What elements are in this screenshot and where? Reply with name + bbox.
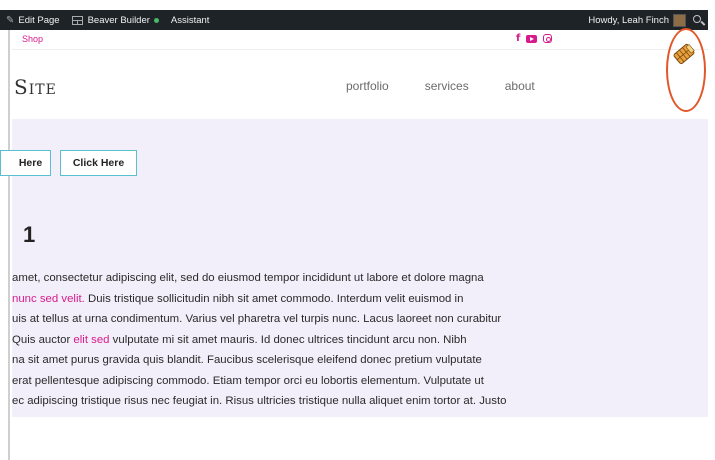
edit-page-label: Edit Page bbox=[18, 14, 60, 26]
body-paragraph: amet, consectetur adipiscing elit, sed d… bbox=[12, 268, 708, 412]
status-dot-icon bbox=[153, 17, 159, 23]
site-title[interactable]: Site bbox=[14, 75, 57, 99]
paragraph-line: ec adipiscing tristique risus nec feugia… bbox=[12, 391, 708, 412]
paragraph-text: na sit amet purus gravida quis blandit. … bbox=[12, 354, 482, 366]
beaver-builder-link[interactable]: Beaver Builder bbox=[66, 10, 165, 30]
paragraph-line: erat pellentesque adipiscing commodo. Et… bbox=[12, 371, 708, 392]
paragraph-text: vulputate mi sit amet mauris. Id donec u… bbox=[109, 333, 467, 346]
paragraph-text: ec adipiscing tristique risus nec feugia… bbox=[12, 395, 507, 407]
admin-bar: ✎ Edit Page Beaver Builder Assistant How… bbox=[0, 10, 708, 30]
here-button[interactable]: Here bbox=[0, 150, 51, 176]
nav-item-services[interactable]: services bbox=[425, 79, 469, 93]
facebook-icon[interactable]: f bbox=[516, 33, 520, 44]
annotation-circle bbox=[666, 28, 706, 112]
paragraph-text: amet, consectetur adipiscing elit, sed d… bbox=[12, 272, 484, 284]
section-heading: 1 bbox=[23, 222, 36, 247]
top-bar: Shop f bbox=[12, 30, 708, 50]
instagram-icon[interactable] bbox=[543, 34, 553, 43]
assistant-label: Assistant bbox=[170, 14, 210, 26]
site-header: Site portfolio services about bbox=[12, 51, 708, 119]
search-icon[interactable] bbox=[693, 15, 701, 23]
paragraph-text: Quis auctor bbox=[12, 333, 74, 346]
paragraph-line: na sit amet purus gravida quis blandit. … bbox=[12, 350, 708, 371]
window-frame-left bbox=[0, 10, 10, 460]
content-section: Here Click Here 1 amet, consectetur adip… bbox=[0, 119, 708, 417]
inline-link[interactable]: nunc sed velit. bbox=[12, 293, 85, 305]
paragraph-line: Quis auctor elit sed vulputate mi sit am… bbox=[12, 330, 708, 351]
window-frame-top bbox=[0, 0, 715, 10]
nav-item-portfolio[interactable]: portfolio bbox=[346, 79, 389, 93]
avatar bbox=[673, 13, 686, 27]
pencil-icon: ✎ bbox=[6, 14, 15, 26]
beaver-builder-label: Beaver Builder bbox=[87, 14, 150, 26]
click-here-button[interactable]: Click Here bbox=[60, 150, 137, 176]
account-menu[interactable]: Howdy, Leah Finch bbox=[582, 10, 686, 30]
edit-page-link[interactable]: ✎ Edit Page bbox=[0, 10, 66, 30]
youtube-icon[interactable] bbox=[526, 34, 538, 43]
paragraph-text: uis at tellus at urna condimentum. Variu… bbox=[12, 313, 502, 325]
social-links: f bbox=[516, 33, 553, 44]
window-frame-right bbox=[708, 10, 715, 460]
howdy-label: Howdy, Leah Finch bbox=[588, 14, 669, 26]
nav-item-about[interactable]: about bbox=[505, 79, 535, 93]
beaver-builder-icon bbox=[71, 15, 83, 25]
main-nav: portfolio services about bbox=[346, 79, 535, 93]
paragraph-line: amet, consectetur adipiscing elit, sed d… bbox=[12, 268, 708, 289]
inline-link[interactable]: elit sed bbox=[73, 334, 109, 346]
paragraph-text: Duis tristique sollicitudin nibh sit ame… bbox=[84, 292, 464, 305]
paragraph-line: nunc sed velit. Duis tristique sollicitu… bbox=[12, 289, 708, 310]
paragraph-text: erat pellentesque adipiscing commodo. Et… bbox=[12, 374, 484, 387]
shop-link[interactable]: Shop bbox=[22, 34, 43, 44]
assistant-link[interactable]: Assistant bbox=[165, 10, 216, 30]
paragraph-line: uis at tellus at urna condimentum. Variu… bbox=[12, 309, 708, 330]
